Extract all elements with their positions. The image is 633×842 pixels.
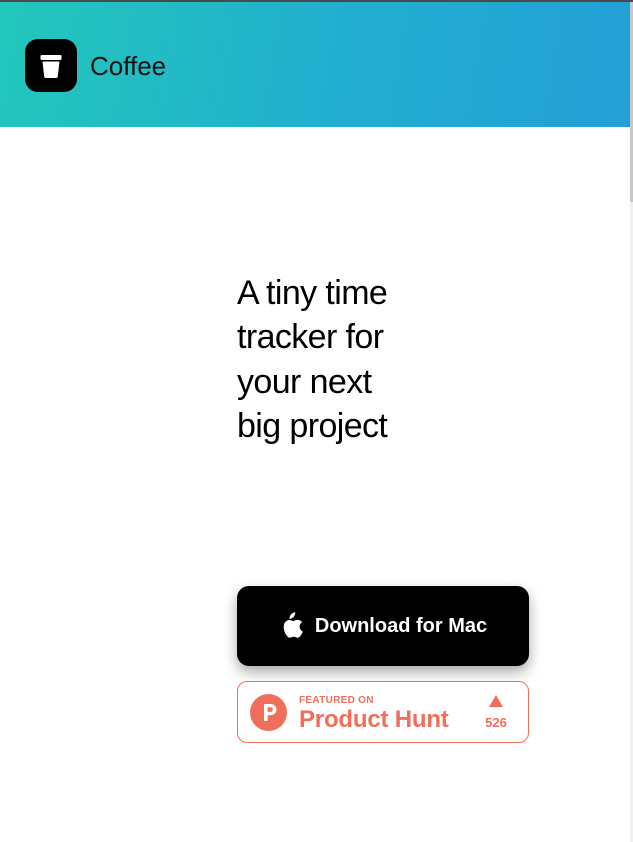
page: Coffee A tiny time tracker for your next… [0,0,633,842]
product-hunt-badge[interactable]: FEATURED ON Product Hunt 526 [237,681,529,743]
product-hunt-upvote-count: 526 [485,715,507,730]
coffee-cup-icon[interactable] [25,39,77,92]
product-hunt-icon [250,694,287,731]
download-for-mac-button[interactable]: Download for Mac [237,586,529,666]
product-hunt-featured-label: FEATURED ON [299,695,374,706]
site-header: Coffee [0,2,630,127]
product-hunt-name: Product Hunt [299,706,449,733]
brand-name[interactable]: Coffee [90,49,166,83]
apple-icon [283,611,303,638]
hero-headline: A tiny time tracker for your next big pr… [237,274,388,445]
upvote-arrow-icon [489,695,503,707]
download-button-label: Download for Mac [314,614,488,637]
